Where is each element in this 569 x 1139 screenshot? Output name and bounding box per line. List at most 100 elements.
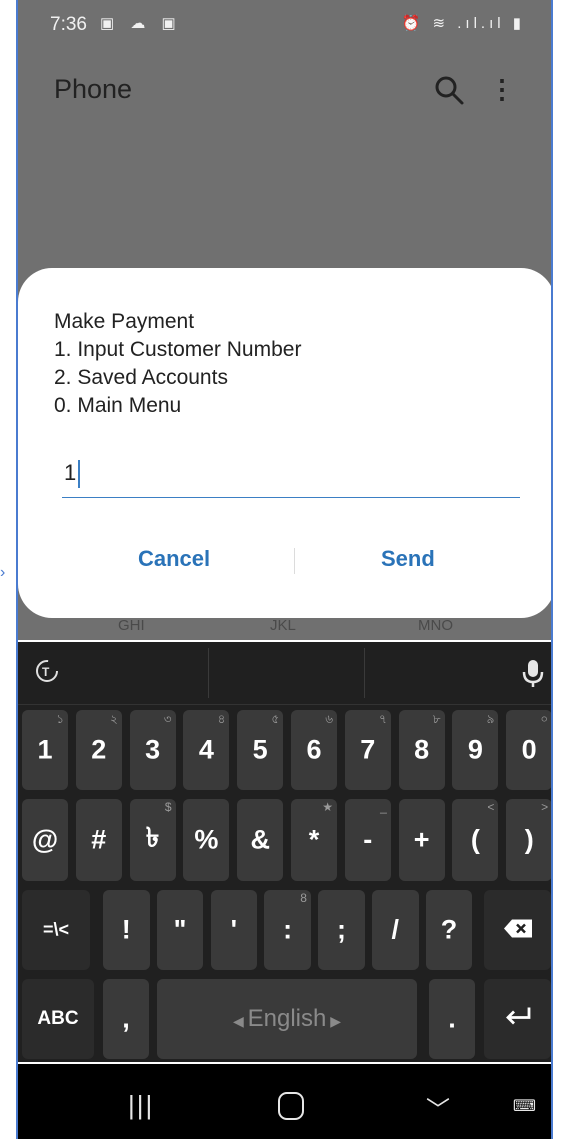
abc-key-label: ABC	[37, 1008, 79, 1029]
key-symbol-0[interactable]: @	[22, 799, 68, 881]
key-more-symbols-label: =\<	[42, 919, 70, 940]
text-caret	[78, 460, 81, 489]
key-4[interactable]: ৪4	[183, 710, 230, 790]
abc-key[interactable]: ABC	[22, 979, 94, 1059]
microphone-icon[interactable]	[521, 658, 545, 688]
phone-screen: 7:36 ▣ ☁ ▣ ⏰ ≋ .ıl.ıl ▮ Phone ⋮ GHI JKL …	[16, 0, 553, 1139]
key-symbol-2-label: ৳	[145, 822, 160, 853]
key-9[interactable]: ৯9	[452, 710, 499, 790]
key-3-label: 3	[145, 734, 161, 765]
keyboard-switch-icon[interactable]: ⌨	[513, 1096, 537, 1116]
key-symbol-7-label: +	[413, 824, 430, 855]
key-symbol-4[interactable]: &	[237, 799, 284, 881]
response-input[interactable]: 1	[62, 454, 520, 498]
key-symbol-r3-4[interactable]: ;	[318, 890, 365, 970]
key-symbol-r3-3-hint: 8	[300, 891, 307, 905]
period-key-label: .	[448, 1003, 456, 1034]
key-symbol-r3-6[interactable]: ?	[425, 890, 473, 970]
enter-key[interactable]	[484, 979, 551, 1059]
key-3[interactable]: ৩3	[129, 710, 176, 790]
key-more-symbols[interactable]: =\<	[22, 890, 90, 970]
key-9-hint: ৯	[486, 712, 495, 726]
key-symbol-0-label: @	[31, 824, 59, 855]
hide-keyboard-icon[interactable]: ﹀	[426, 1090, 450, 1125]
app-bar: Phone ⋮	[18, 60, 551, 120]
key-symbol-8[interactable]: <(	[452, 799, 499, 881]
key-symbol-6-label: -	[363, 824, 373, 855]
key-symbol-9-label: )	[524, 824, 534, 855]
toolbar-divider	[208, 648, 209, 698]
key-symbol-3[interactable]: %	[183, 799, 230, 881]
cancel-button[interactable]: Cancel	[138, 546, 210, 572]
backspace-icon	[503, 919, 532, 938]
key-symbol-8-label: (	[470, 824, 480, 855]
key-symbol-r3-4-label: ;	[336, 914, 346, 945]
search-icon[interactable]	[433, 74, 465, 106]
dialpad-letters-mno: MNO	[418, 617, 453, 634]
key-symbol-8-hint: <	[487, 800, 495, 814]
key-symbol-r3-2-label: '	[230, 914, 238, 945]
key-symbol-r3-0-label: !	[121, 914, 131, 945]
key-symbol-3-label: %	[194, 824, 219, 855]
backspace-key[interactable]	[484, 890, 551, 970]
key-7[interactable]: ৭7	[344, 710, 391, 790]
translate-icon[interactable]: T	[34, 658, 60, 684]
key-2[interactable]: ২2	[75, 710, 122, 790]
button-divider	[294, 548, 295, 574]
dialpad-letters-ghi: GHI	[118, 617, 145, 634]
key-4-hint: ৪	[217, 712, 226, 726]
enter-icon	[505, 1007, 530, 1025]
key-symbol-1[interactable]: #	[75, 799, 122, 881]
key-symbol-6[interactable]: _ -	[344, 799, 391, 881]
send-button[interactable]: Send	[381, 546, 435, 572]
more-options-icon[interactable]: ⋮	[489, 74, 515, 105]
space-language-label: English	[247, 1005, 327, 1032]
key-2-hint: ২	[109, 712, 118, 726]
period-key[interactable]: .	[429, 979, 475, 1059]
key-symbol-5[interactable]: ★ *	[291, 799, 337, 881]
key-9-label: 9	[467, 734, 483, 765]
key-symbol-4-label: &	[250, 824, 270, 855]
key-6[interactable]: ৬6	[291, 710, 337, 790]
key-symbol-2-hint: $	[164, 800, 172, 814]
key-0[interactable]: ০0	[506, 710, 551, 790]
key-5-hint: ৫	[271, 712, 280, 726]
key-symbol-7[interactable]: +	[398, 799, 445, 881]
svg-text:T: T	[42, 665, 50, 679]
key-0-label: 0	[521, 734, 537, 765]
key-symbol-r3-3[interactable]: 8:	[264, 890, 311, 970]
key-symbol-r3-6-label: ?	[440, 914, 458, 945]
key-8[interactable]: ৮8	[398, 710, 445, 790]
key-5[interactable]: ৫5	[237, 710, 284, 790]
key-5-label: 5	[252, 734, 268, 765]
home-icon[interactable]	[278, 1092, 304, 1120]
space-key[interactable]: ◀ English ▶	[157, 979, 417, 1059]
app-title: Phone	[54, 74, 133, 104]
ussd-dialog: Make Payment 1. Input Customer Number 2.…	[18, 268, 551, 618]
key-6-hint: ৬	[325, 712, 333, 726]
key-symbol-9[interactable]: >)	[506, 799, 551, 881]
keyboard: T ১ 1 ২ 2 ৩ 3 ৪ 4 ৫ 5 ৬ 6 ৭ 7 ৮ 8 ৯ 9 ০ 0 @ # $ ৳% & ★ * _ - + <(>) =\<…	[18, 642, 551, 1062]
language-right-icon: ▶	[326, 1013, 342, 1029]
key-8-label: 8	[414, 734, 430, 765]
enter-key-label	[484, 1004, 551, 1035]
language-left-icon: ◀	[232, 1013, 248, 1029]
key-symbol-9-hint: >	[541, 800, 549, 814]
key-6-label: 6	[306, 734, 322, 765]
comma-key[interactable]: ,	[103, 979, 149, 1059]
dialpad-letters-row: GHI JKL MNO	[18, 617, 551, 641]
key-3-hint: ৩	[163, 712, 172, 726]
key-symbol-r3-3-label: :	[283, 914, 293, 945]
key-symbol-r3-2[interactable]: '	[210, 890, 258, 970]
key-symbol-r3-0[interactable]: !	[103, 890, 150, 970]
dialpad-letters-jkl: JKL	[270, 617, 296, 634]
key-symbol-2[interactable]: $ ৳	[129, 799, 176, 881]
key-symbol-r3-1[interactable]: "	[156, 890, 204, 970]
pointer-arrow-icon: ›	[0, 564, 6, 581]
key-symbol-r3-5[interactable]: /	[372, 890, 419, 970]
key-1-label: 1	[37, 734, 53, 765]
response-input-value: 1	[64, 460, 77, 485]
key-1[interactable]: ১1	[22, 710, 68, 790]
recent-apps-icon[interactable]: |||	[128, 1090, 154, 1121]
key-symbol-1-label: #	[91, 824, 107, 855]
